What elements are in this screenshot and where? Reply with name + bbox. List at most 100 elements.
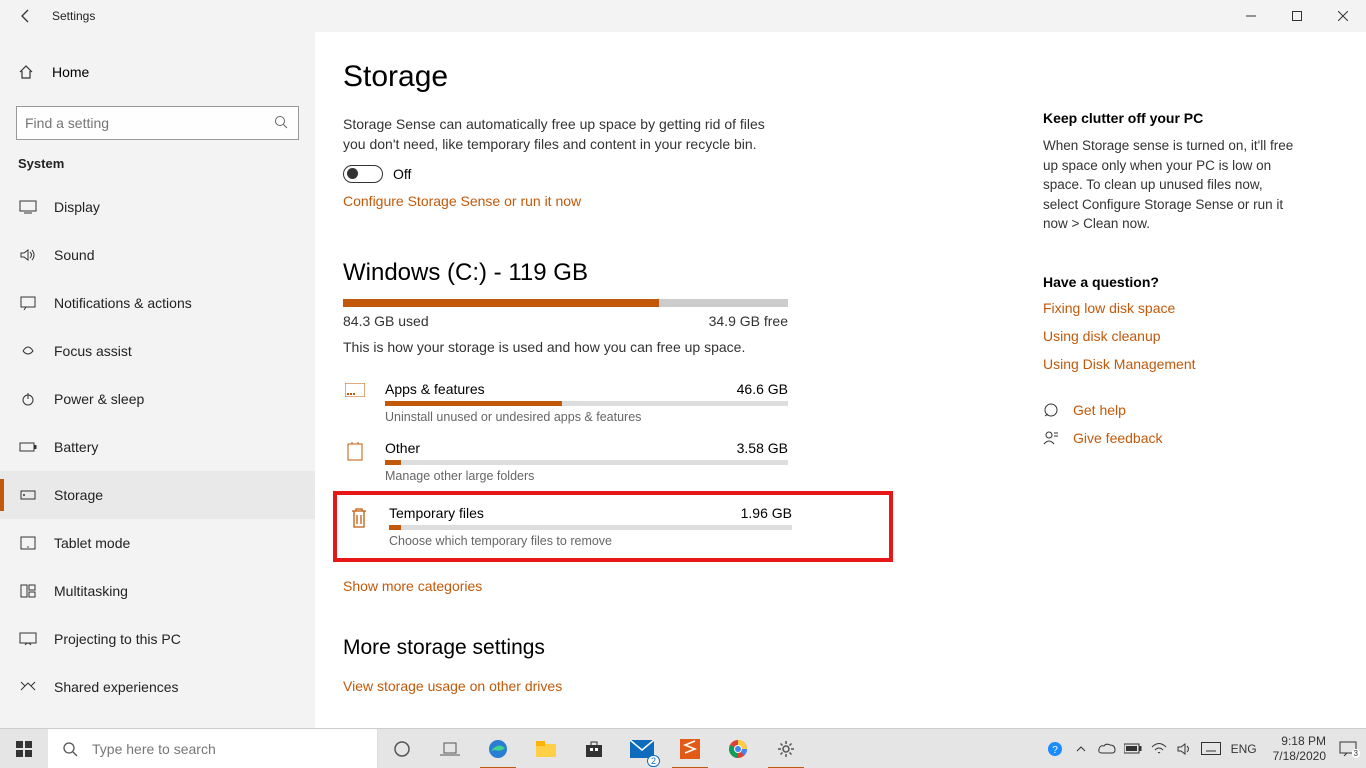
sidebar-item-label: Focus assist xyxy=(54,343,132,359)
taskbar-app-chrome[interactable] xyxy=(714,729,762,768)
usage-desc: This is how your storage is used and how… xyxy=(343,339,1023,355)
svg-text:?: ? xyxy=(1052,745,1058,756)
sound-icon xyxy=(18,248,38,262)
category-name: Other xyxy=(385,440,420,456)
window-title: Settings xyxy=(52,9,95,23)
tray-chevron-up-icon[interactable] xyxy=(1071,743,1091,755)
tray-clock[interactable]: 9:18 PM 7/18/2020 xyxy=(1267,734,1332,763)
sidebar-item-projecting[interactable]: Projecting to this PC xyxy=(0,615,315,663)
category-size: 1.96 GB xyxy=(741,505,792,521)
storage-sense-desc: Storage Sense can automatically free up … xyxy=(343,114,783,155)
category-apps-features[interactable]: Apps & features46.6 GB Uninstall unused … xyxy=(343,373,788,432)
tablet-icon xyxy=(18,536,38,550)
sidebar-item-shared-experiences[interactable]: Shared experiences xyxy=(0,663,315,711)
sidebar-item-label: Projecting to this PC xyxy=(54,631,181,647)
minimize-button[interactable] xyxy=(1228,0,1274,32)
sidebar-item-display[interactable]: Display xyxy=(0,183,315,231)
cortana-icon[interactable] xyxy=(378,729,426,768)
tray-battery-icon[interactable] xyxy=(1123,743,1143,754)
tray-onedrive-icon[interactable] xyxy=(1097,743,1117,755)
home-icon xyxy=(18,64,38,80)
taskbar-app-explorer[interactable] xyxy=(522,729,570,768)
sidebar-item-tablet-mode[interactable]: Tablet mode xyxy=(0,519,315,567)
storage-sense-toggle[interactable] xyxy=(343,165,383,183)
sidebar-home[interactable]: Home xyxy=(0,52,315,92)
category-desc: Manage other large folders xyxy=(385,469,788,483)
start-button[interactable] xyxy=(0,729,48,768)
tray-date: 7/18/2020 xyxy=(1273,749,1326,763)
storage-icon xyxy=(18,488,38,502)
sidebar-item-focus-assist[interactable]: Focus assist xyxy=(0,327,315,375)
drive-usage-bar xyxy=(343,299,788,307)
sidebar-item-notifications[interactable]: Notifications & actions xyxy=(0,279,315,327)
notifications-icon xyxy=(18,296,38,310)
taskbar-search-placeholder: Type here to search xyxy=(92,741,216,757)
info-panel: Keep clutter off your PC When Storage se… xyxy=(1023,60,1323,728)
category-name: Temporary files xyxy=(389,505,484,521)
tray-help-icon[interactable]: ? xyxy=(1045,741,1065,757)
give-feedback-link[interactable]: Give feedback xyxy=(1073,430,1163,446)
sidebar: Home System Display Sound Notifications … xyxy=(0,32,315,728)
taskbar-app-edge[interactable] xyxy=(474,729,522,768)
help-link-low-disk-space[interactable]: Fixing low disk space xyxy=(1043,300,1299,316)
close-button[interactable] xyxy=(1320,0,1366,32)
feedback-icon xyxy=(1043,430,1061,446)
taskbar-search[interactable]: Type here to search xyxy=(48,729,378,768)
show-more-categories-link[interactable]: Show more categories xyxy=(343,578,482,594)
sidebar-item-label: Power & sleep xyxy=(54,391,144,407)
taskbar-app-settings[interactable] xyxy=(762,729,810,768)
view-storage-other-drives-link[interactable]: View storage usage on other drives xyxy=(343,678,562,694)
notification-badge: 3 xyxy=(1352,749,1360,758)
trash-icon xyxy=(347,507,371,529)
sidebar-item-sound[interactable]: Sound xyxy=(0,231,315,279)
search-input[interactable] xyxy=(25,115,274,131)
search-icon xyxy=(274,115,290,131)
category-temporary-files[interactable]: Temporary files 1.96 GB Choose which temp… xyxy=(347,501,792,552)
taskbar-app-sublime[interactable] xyxy=(666,729,714,768)
tray-volume-icon[interactable] xyxy=(1175,742,1195,756)
tip-heading: Keep clutter off your PC xyxy=(1043,110,1299,126)
sidebar-item-multitasking[interactable]: Multitasking xyxy=(0,567,315,615)
highlight-annotation: Temporary files 1.96 GB Choose which temp… xyxy=(333,491,893,562)
sidebar-item-label: Shared experiences xyxy=(54,679,179,695)
toggle-label: Off xyxy=(393,166,411,182)
drive-labels: 84.3 GB used 34.9 GB free xyxy=(343,313,788,329)
sidebar-item-power-sleep[interactable]: Power & sleep xyxy=(0,375,315,423)
drive-free-label: 34.9 GB free xyxy=(709,313,788,329)
back-button[interactable] xyxy=(14,4,38,28)
taskbar-app-store[interactable] xyxy=(570,729,618,768)
apps-icon xyxy=(343,383,367,397)
tray-wifi-icon[interactable] xyxy=(1149,743,1169,755)
drive-heading: Windows (C:) - 119 GB xyxy=(343,259,1023,287)
taskbar-app-mail[interactable]: 2 xyxy=(618,729,666,768)
category-other[interactable]: Other3.58 GB Manage other large folders xyxy=(343,432,788,491)
configure-storage-sense-link[interactable]: Configure Storage Sense or run it now xyxy=(343,193,581,209)
multitasking-icon xyxy=(18,584,38,598)
search-icon xyxy=(62,741,78,757)
sidebar-item-storage[interactable]: Storage xyxy=(0,471,315,519)
tray-action-center-icon[interactable]: 3 xyxy=(1338,741,1358,757)
tray-keyboard-icon[interactable] xyxy=(1201,742,1221,755)
display-icon xyxy=(18,200,38,214)
titlebar: Settings xyxy=(0,0,1366,32)
tray-language[interactable]: ENG xyxy=(1227,742,1261,756)
help-link-disk-management[interactable]: Using Disk Management xyxy=(1043,356,1299,372)
maximize-button[interactable] xyxy=(1274,0,1320,32)
sidebar-item-label: Display xyxy=(54,199,100,215)
power-icon xyxy=(18,391,38,407)
sidebar-item-label: Tablet mode xyxy=(54,535,130,551)
category-desc: Uninstall unused or undesired apps & fea… xyxy=(385,410,788,424)
sidebar-item-label: Storage xyxy=(54,487,103,503)
focus-icon xyxy=(18,343,38,359)
task-view-icon[interactable] xyxy=(426,729,474,768)
get-help-link[interactable]: Get help xyxy=(1073,402,1126,418)
shared-icon xyxy=(18,680,38,694)
battery-icon xyxy=(18,441,38,453)
tray-time: 9:18 PM xyxy=(1273,734,1326,748)
page-title: Storage xyxy=(343,60,1023,94)
help-link-disk-cleanup[interactable]: Using disk cleanup xyxy=(1043,328,1299,344)
category-desc: Choose which temporary files to remove xyxy=(389,534,792,548)
taskbar: Type here to search 2 ? ENG 9:18 PM 7/18… xyxy=(0,728,1366,768)
sidebar-item-battery[interactable]: Battery xyxy=(0,423,315,471)
search-box[interactable] xyxy=(16,106,299,140)
